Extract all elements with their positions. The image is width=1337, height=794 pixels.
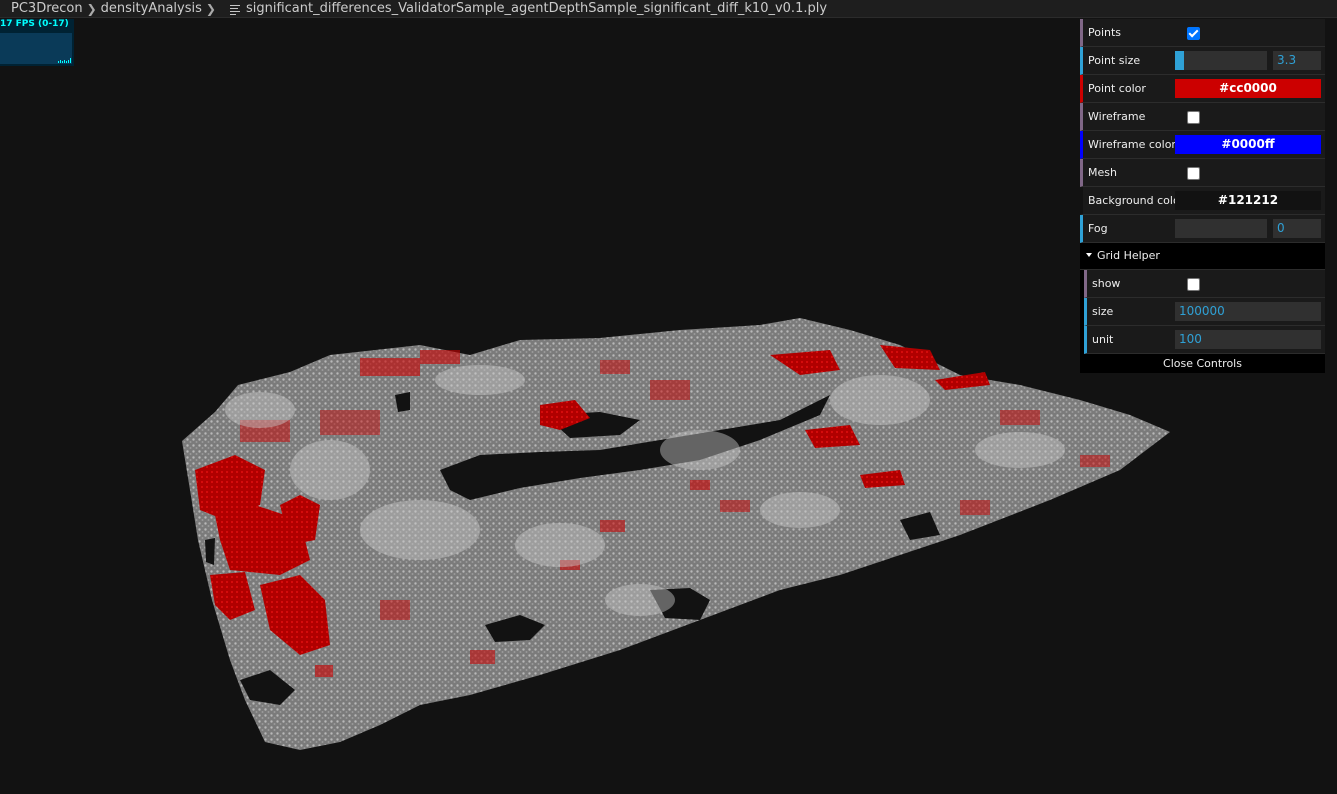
points-row: Points <box>1080 19 1325 47</box>
point-color-label: Point color <box>1088 82 1146 95</box>
grid-unit-row: unit 100 <box>1084 326 1325 354</box>
caret-down-icon <box>1086 253 1092 257</box>
fog-input[interactable]: 0 <box>1273 219 1321 238</box>
chevron-right-icon: ❯ <box>205 1 216 16</box>
mesh-checkbox[interactable] <box>1187 167 1200 180</box>
grid-unit-label: unit <box>1092 333 1114 346</box>
grid-show-row: show <box>1084 270 1325 298</box>
points-label: Points <box>1088 26 1122 39</box>
point-size-label: Point size <box>1088 54 1141 67</box>
grid-size-label: size <box>1092 305 1114 318</box>
background-color-input[interactable]: #121212 <box>1175 191 1321 210</box>
breadcrumb-file[interactable]: significant_differences_ValidatorSample_… <box>246 0 827 18</box>
background-color-row: Background color #121212 <box>1080 187 1325 215</box>
controls-panel: Points Point size 3.3 Point color #cc000… <box>1080 19 1325 373</box>
point-color-row: Point color #cc0000 <box>1080 75 1325 103</box>
fog-row: Fog 0 <box>1080 215 1325 243</box>
fps-label: 17 FPS (0-17) <box>0 19 69 29</box>
grid-show-checkbox[interactable] <box>1187 278 1200 291</box>
breadcrumb: PC3Drecon ❯ densityAnalysis ❯ significan… <box>0 0 1337 18</box>
breadcrumb-item-densityanalysis[interactable]: densityAnalysis <box>101 0 202 18</box>
mesh-row: Mesh <box>1080 159 1325 187</box>
point-color-input[interactable]: #cc0000 <box>1175 79 1321 98</box>
file-lines-icon <box>229 4 240 15</box>
wireframe-color-label: Wireframe color <box>1088 138 1176 151</box>
wireframe-color-input[interactable]: #0000ff <box>1175 135 1321 154</box>
grid-size-row: size 100000 <box>1084 298 1325 326</box>
breadcrumb-item-pc3drecon[interactable]: PC3Drecon <box>11 0 83 18</box>
grid-show-label: show <box>1092 277 1121 290</box>
fog-slider[interactable] <box>1175 219 1267 238</box>
mesh-label: Mesh <box>1088 166 1117 179</box>
point-size-slider[interactable] <box>1175 51 1267 70</box>
grid-helper-title: Grid Helper <box>1097 249 1160 262</box>
wireframe-label: Wireframe <box>1088 110 1146 123</box>
grid-unit-input[interactable]: 100 <box>1175 330 1321 349</box>
fog-label: Fog <box>1088 222 1108 235</box>
fps-graph <box>0 33 72 64</box>
grid-helper-folder-title[interactable]: Grid Helper <box>1080 243 1325 270</box>
wireframe-checkbox[interactable] <box>1187 111 1200 124</box>
grid-size-input[interactable]: 100000 <box>1175 302 1321 321</box>
fps-stats-panel[interactable]: 17 FPS (0-17) <box>0 19 74 66</box>
wireframe-row: Wireframe <box>1080 103 1325 131</box>
wireframe-color-row: Wireframe color #0000ff <box>1080 131 1325 159</box>
close-controls-button[interactable]: Close Controls <box>1080 354 1325 373</box>
points-checkbox[interactable] <box>1187 27 1200 40</box>
point-size-slider-fill <box>1175 51 1184 70</box>
chevron-right-icon: ❯ <box>86 1 97 16</box>
point-size-row: Point size 3.3 <box>1080 47 1325 75</box>
background-color-label: Background color <box>1088 194 1178 207</box>
point-size-input[interactable]: 3.3 <box>1273 51 1321 70</box>
